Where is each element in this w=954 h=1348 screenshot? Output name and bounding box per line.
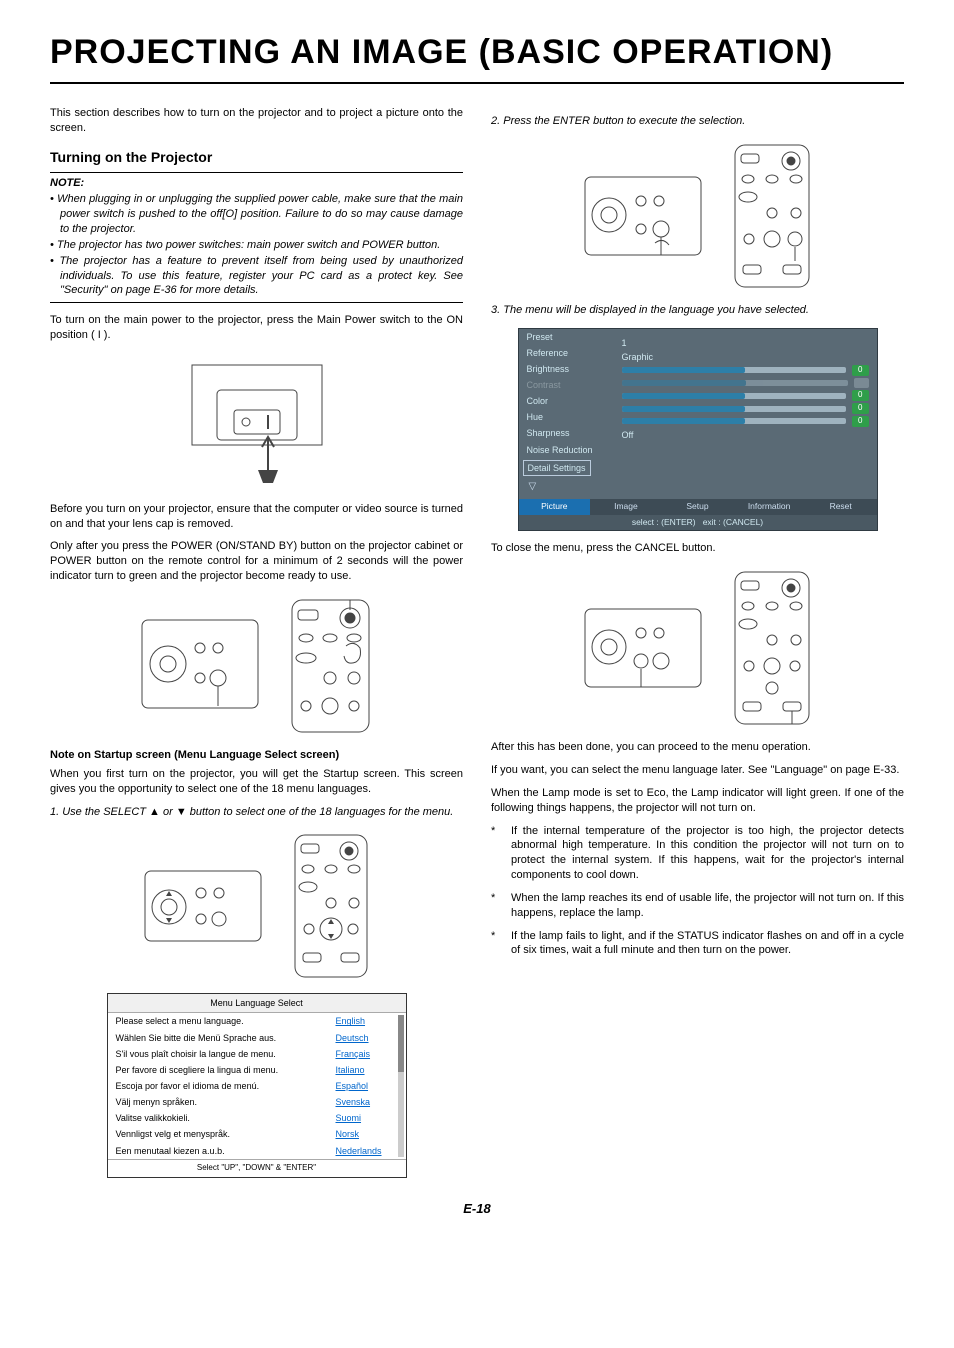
osd-value: 1 [622, 337, 627, 349]
lang-option[interactable]: Deutsch [336, 1032, 392, 1044]
osd-menu: Preset Reference Brightness Contrast Col… [518, 328, 878, 532]
lang-option[interactable]: Nederlands [336, 1145, 392, 1157]
lang-option[interactable]: English [336, 1015, 392, 1027]
note-item: The projector has a feature to prevent i… [50, 254, 463, 299]
lang-row: Een menutaal kiezen a.u.b.Nederlands [108, 1143, 406, 1159]
lang-row: Please select a menu language.English [108, 1013, 406, 1029]
osd-item[interactable]: Preset [519, 329, 614, 345]
osd-item[interactable]: Reference [519, 345, 614, 361]
note-item: When plugging in or unplugging the suppl… [50, 192, 463, 237]
note-label: NOTE: [50, 176, 463, 191]
body-text: After this has been done, you can procee… [491, 740, 904, 755]
osd-value: 0 [852, 403, 868, 414]
osd-item-detail[interactable]: Detail Settings [523, 460, 591, 476]
osd-item[interactable]: Sharpness [519, 425, 614, 441]
page-number: E-18 [50, 1200, 904, 1218]
lang-row: Per favore di scegliere la lingua di men… [108, 1062, 406, 1078]
enter-button-diagram [491, 141, 904, 291]
body-text: If you want, you can select the menu lan… [491, 763, 904, 778]
right-column: 2. Press the ENTER button to execute the… [491, 106, 904, 1178]
lang-row: Valitse valikkokieli.Suomi [108, 1110, 406, 1126]
osd-value: Off [622, 429, 634, 441]
menu-lang-title: Menu Language Select [108, 994, 406, 1013]
slider[interactable] [622, 367, 847, 373]
body-text: When the Lamp mode is set to Eco, the La… [491, 786, 904, 816]
startup-heading: Note on Startup screen (Menu Language Se… [50, 748, 463, 763]
body-text: To close the menu, press the CANCEL butt… [491, 541, 904, 556]
osd-item[interactable]: Noise Reduction [519, 442, 614, 458]
note-block: NOTE: When plugging in or unplugging the… [50, 172, 463, 303]
slider[interactable] [622, 393, 847, 399]
scrollbar[interactable] [398, 1015, 404, 1156]
osd-value: 0 [852, 416, 868, 427]
select-button-diagram [50, 831, 463, 981]
lang-row: Wählen Sie bitte die Menü Sprache aus.De… [108, 1030, 406, 1046]
menu-language-select-dialog: Menu Language Select Please select a men… [107, 993, 407, 1177]
page-title: PROJECTING AN IMAGE (BASIC OPERATION) [50, 30, 904, 84]
note-item: The projector has two power switches: ma… [50, 238, 463, 253]
osd-tab-reset[interactable]: Reset [805, 499, 877, 514]
osd-tab-picture[interactable]: Picture [519, 499, 591, 514]
osd-item[interactable]: Hue [519, 409, 614, 425]
osd-value: 0 [852, 365, 868, 376]
osd-value [854, 378, 868, 389]
lang-option[interactable]: Suomi [336, 1112, 392, 1124]
menu-lang-footer: Select "UP", "DOWN" & "ENTER" [108, 1159, 406, 1177]
osd-item[interactable]: Brightness [519, 361, 614, 377]
osd-value: 0 [852, 390, 868, 401]
lang-option[interactable]: Svenska [336, 1096, 392, 1108]
osd-tab-setup[interactable]: Setup [662, 499, 734, 514]
left-column: This section describes how to turn on th… [50, 106, 463, 1178]
intro-text: This section describes how to turn on th… [50, 106, 463, 136]
lang-option[interactable]: Italiano [336, 1064, 392, 1076]
lang-row: S'il vous plaît choisir la langue de men… [108, 1046, 406, 1062]
bullet-item: If the internal temperature of the proje… [491, 824, 904, 883]
slider[interactable] [622, 418, 847, 424]
lang-option[interactable]: Français [336, 1048, 392, 1060]
osd-tab-image[interactable]: Image [590, 499, 662, 514]
step-3: 3. The menu will be displayed in the lan… [491, 303, 904, 318]
bullet-item: When the lamp reaches its end of usable … [491, 891, 904, 921]
section-heading: Turning on the Projector [50, 148, 463, 167]
bullet-item: If the lamp fails to light, and if the S… [491, 929, 904, 959]
slider[interactable] [622, 406, 847, 412]
osd-value: Graphic [622, 351, 654, 363]
body-text: When you first turn on the projector, yo… [50, 767, 463, 797]
osd-down-arrow-icon[interactable]: ▽ [519, 478, 877, 500]
step-2: 2. Press the ENTER button to execute the… [491, 114, 904, 129]
power-button-diagram [50, 596, 463, 736]
main-power-switch-diagram [50, 355, 463, 490]
body-text: Before you turn on your projector, ensur… [50, 502, 463, 532]
body-text: To turn on the main power to the project… [50, 313, 463, 343]
body-text: Only after you press the POWER (ON/STAND… [50, 539, 463, 584]
osd-item[interactable]: Color [519, 393, 614, 409]
lang-option[interactable]: Norsk [336, 1128, 392, 1140]
step-1: 1. Use the SELECT ▲ or ▼ button to selec… [50, 805, 463, 820]
osd-footer: select : (ENTER) exit : (CANCEL) [519, 515, 877, 530]
osd-item-disabled: Contrast [519, 377, 614, 393]
osd-tab-information[interactable]: Information [733, 499, 805, 514]
lang-row: Escoja por favor el idioma de menú.Españ… [108, 1078, 406, 1094]
cancel-button-diagram [491, 568, 904, 728]
slider [622, 380, 849, 386]
lang-row: Välj menyn språken.Svenska [108, 1094, 406, 1110]
lang-option[interactable]: Español [336, 1080, 392, 1092]
lang-row: Vennligst velg et menyspråk.Norsk [108, 1126, 406, 1142]
